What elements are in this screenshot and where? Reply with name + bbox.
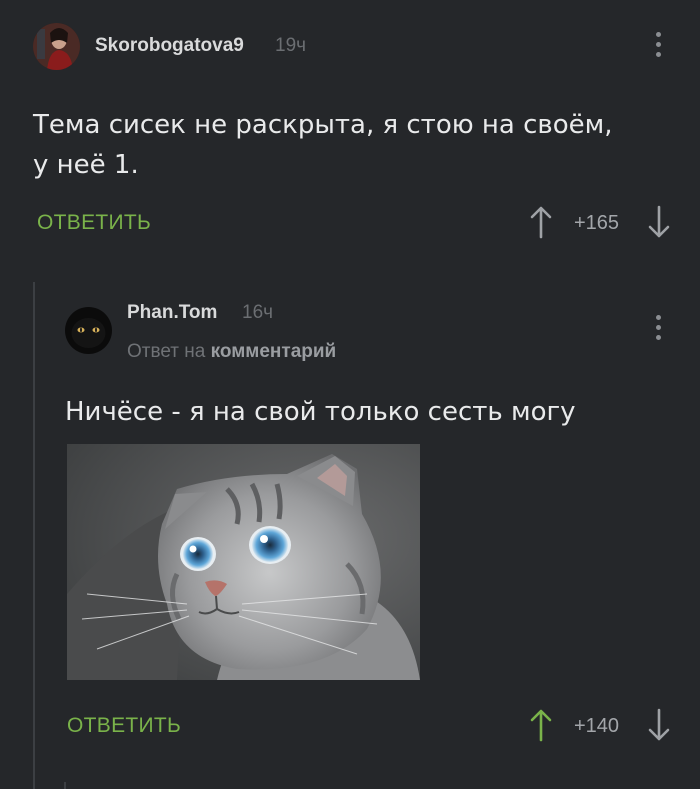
comment-text-line: у неё 1. bbox=[33, 150, 139, 180]
comment-time: 16ч bbox=[242, 302, 274, 323]
comment-text: Тема сисек не раскрыта, я стою на своём,… bbox=[33, 105, 673, 185]
rating-count: +140 bbox=[574, 715, 620, 737]
reply-to-link[interactable]: комментарий bbox=[211, 341, 337, 362]
black-cat-photo-icon bbox=[65, 307, 112, 354]
comments-page: Skorobogatova9 19ч Тема сисек не раскрыт… bbox=[0, 0, 700, 789]
username[interactable]: Skorobogatova9 bbox=[95, 35, 244, 57]
scared-cat-image bbox=[67, 444, 420, 680]
comment-text-line: Тема сисек не раскрыта, я стою на своём, bbox=[33, 110, 613, 140]
downvote-arrow-icon[interactable] bbox=[648, 205, 670, 239]
nested-thread-line bbox=[64, 782, 66, 789]
attached-image[interactable] bbox=[67, 444, 420, 680]
more-options-icon[interactable] bbox=[652, 315, 664, 345]
reply-button[interactable]: ОТВЕТИТЬ bbox=[37, 211, 151, 235]
reply-button[interactable]: ОТВЕТИТЬ bbox=[67, 714, 181, 738]
upvote-arrow-icon-active[interactable] bbox=[530, 708, 552, 742]
thread-line bbox=[33, 282, 35, 789]
user-photo-icon bbox=[33, 23, 80, 70]
reply-to-prefix: Ответ на bbox=[127, 341, 206, 362]
comment-text: Ничёсе - я на свой только сесть могу bbox=[65, 397, 576, 427]
upvote-arrow-icon[interactable] bbox=[530, 205, 552, 239]
downvote-arrow-icon[interactable] bbox=[648, 708, 670, 742]
comment-time: 19ч bbox=[275, 35, 307, 56]
username[interactable]: Phan.Tom bbox=[127, 302, 217, 324]
reply-to-info: Ответ на комментарий bbox=[127, 341, 336, 363]
avatar[interactable] bbox=[65, 307, 112, 354]
more-options-icon[interactable] bbox=[652, 32, 664, 62]
rating-count: +165 bbox=[574, 212, 620, 234]
avatar[interactable] bbox=[33, 23, 80, 70]
